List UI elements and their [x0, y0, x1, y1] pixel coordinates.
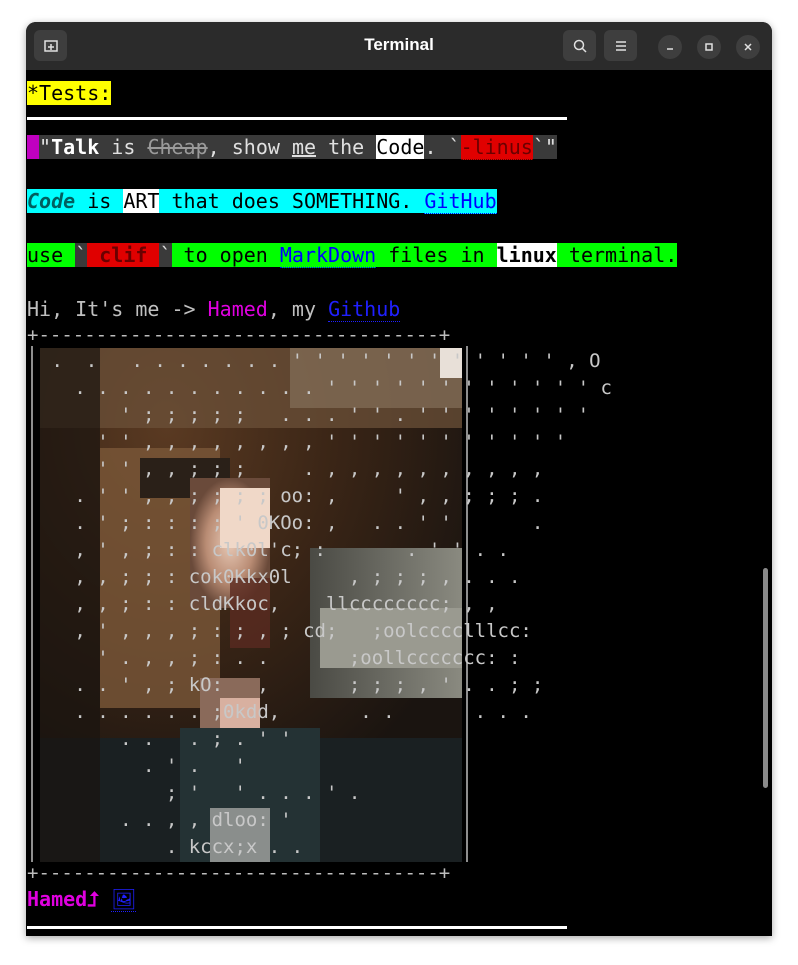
menu-button[interactable]	[604, 30, 637, 61]
ascii-row: , ' , ; : : clk0l'c; : . ' ' . .	[40, 539, 509, 561]
horizontal-rule	[27, 117, 567, 120]
ascii-row: . . ' , ; kO: , ; ; ; , ' . . ; ;	[40, 674, 544, 696]
github-profile-link[interactable]: Github	[328, 297, 401, 322]
markdown-link[interactable]: MarkDown	[279, 243, 377, 268]
ascii-row: , , ; ; : cok0Kkx0l , ; ; ; , . . .	[40, 566, 521, 588]
scrollbar[interactable]	[763, 568, 768, 788]
ascii-row: . . . ; . ' '	[40, 728, 292, 750]
ascii-row: . ' ; : : : ; ' 0KOo: , . . ' ' .	[40, 512, 544, 534]
terminal-output[interactable]: *Tests: "Talk is Cheap, show me the Code…	[26, 70, 772, 936]
github-link[interactable]: GitHub	[424, 189, 497, 214]
hamburger-icon	[615, 40, 626, 51]
quote-line: "Talk is Cheap, show me the Code. `-linu…	[27, 134, 557, 160]
clif-line: use ` clif ` to open MarkDown files in l…	[27, 243, 678, 268]
ascii-row: ' ' , , ; ; ; . , , , , , , , , , ,	[40, 458, 544, 480]
ascii-art: . . . . . . . . . ' ' ' ' ' ' ' ' ' ' ' …	[40, 348, 612, 862]
terminal-window: Terminal *Tests: "Talk is Cheap, show me…	[26, 22, 772, 936]
ascii-row: . kccx;x . .	[40, 836, 304, 858]
ascii-row: . . . . . . . . . ' ' ' ' ' ' ' ' ' ' ' …	[40, 350, 601, 372]
image-icon[interactable]: 🖼	[111, 887, 137, 912]
ascii-row: , , ; : : cldKkoc, llcccccccc; , ,	[40, 593, 498, 615]
minimize-button[interactable]	[658, 35, 682, 59]
ascii-row: . . . . . . ;0kdd, . . . . .	[40, 701, 532, 723]
minimize-icon	[667, 48, 673, 50]
ascii-row: . ' ' , , ; ; ; ; oo: , ' , , ; ; ; .	[40, 485, 544, 507]
maximize-icon	[705, 43, 713, 51]
ascii-row: . ' . '	[40, 755, 246, 777]
maximize-button[interactable]	[697, 35, 721, 59]
ascii-frame-bottom: +-----------------------------------+	[27, 862, 451, 884]
ascii-row: ' . , , ; : . . ;oollccccccc: :	[40, 647, 521, 669]
close-icon	[744, 43, 752, 51]
ascii-row: ' ' , , , , , , , , ' ' ' ' ' ' ' ' ' ' …	[40, 431, 567, 453]
search-icon	[573, 39, 587, 53]
ascii-row: . . , , dloo: '	[40, 809, 292, 831]
tests-heading: *Tests:	[27, 81, 112, 105]
title-bar: Terminal	[26, 22, 772, 70]
ascii-row: ; ' ' . . . ' .	[40, 782, 361, 804]
ascii-row: , ' , , , ; : ; , ; cd; ;oolcccclllcc:	[40, 620, 532, 642]
horizontal-rule-bottom	[27, 926, 567, 929]
footer-line: Hamed⮥ 🖼	[27, 887, 137, 912]
search-button[interactable]	[563, 30, 596, 61]
hi-line: Hi, It's me -> Hamed, my Github	[27, 297, 401, 322]
code-art-line: Code is ART that does SOMETHING. GitHub	[27, 189, 497, 214]
ascii-row: . . . . . . . . . . . ' ' ' ' ' ' ' ' ' …	[40, 377, 612, 399]
close-button[interactable]	[736, 35, 760, 59]
link-arrow-icon: ⮥	[87, 887, 100, 911]
ascii-row: ' ; ; ; ; ; . . . ' ' . ' ' ' ' ' ' ' '	[40, 404, 590, 426]
